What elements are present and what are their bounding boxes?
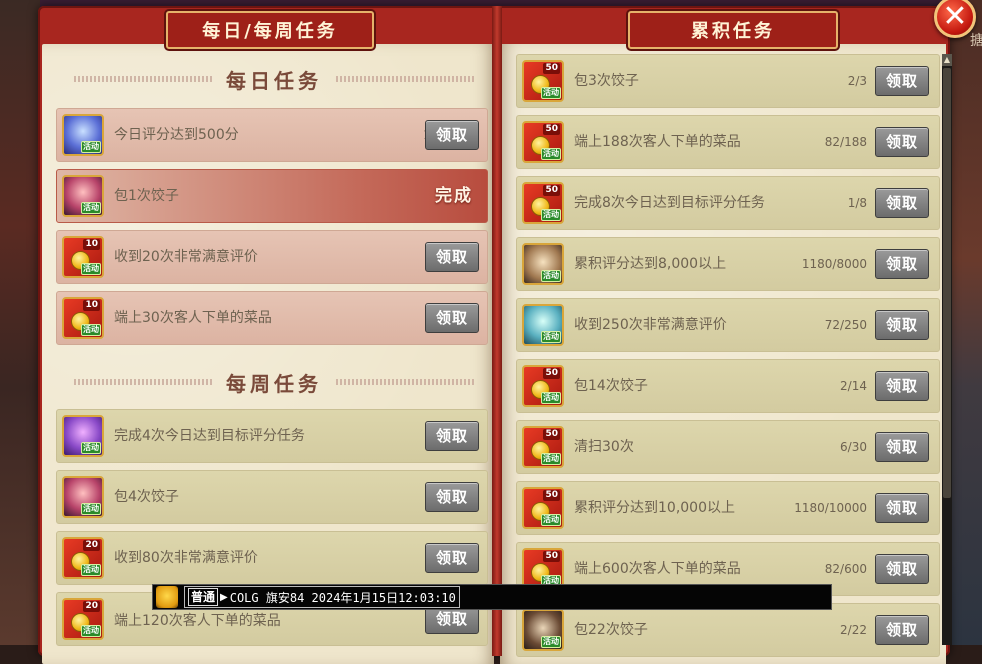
cumulative-task-row: 50 活动 端上188次客人下单的菜品 82/188 领取 <box>516 115 940 169</box>
weekly-task-row: 活动 包4次饺子 2/4 领取 <box>56 470 488 524</box>
claim-button[interactable]: 领取 <box>425 482 479 512</box>
task-progress: 2/14 <box>840 379 867 393</box>
cumulative-task-row: 活动 累积评分达到8,000以上 1180/8000 领取 <box>516 237 940 291</box>
blue-gem-activity-icon: 活动 <box>62 114 104 156</box>
task-name: 收到250次非常满意评价 <box>574 317 727 333</box>
coin-50-activity-icon: 50 活动 <box>522 182 564 224</box>
weekly-section-heading: 每周任务 <box>60 365 488 399</box>
coin-50-activity-icon: 50 活动 <box>522 426 564 468</box>
scrollbar-thumb[interactable] <box>943 68 951 498</box>
rose-activity-icon: 活动 <box>62 175 104 217</box>
claim-button[interactable]: 领取 <box>875 493 929 523</box>
cumulative-task-row: 50 活动 累积评分达到10,000以上 1180/10000 领取 <box>516 481 940 535</box>
daily-task-row-completed: 活动 包1次饺子 完成 <box>56 169 488 223</box>
cumulative-task-row: 50 活动 完成8次今日达到目标评分任务 1/8 领取 <box>516 176 940 230</box>
scroll-up-icon[interactable]: ▲ <box>942 54 952 66</box>
task-progress: 2/22 <box>840 623 867 637</box>
claim-button[interactable]: 领取 <box>875 554 929 584</box>
daily-section-heading: 每日任务 <box>60 62 488 96</box>
task-progress: 2/3 <box>847 74 867 88</box>
claim-button[interactable]: 领取 <box>425 303 479 333</box>
close-icon: ✕ <box>942 0 968 34</box>
claim-button[interactable]: 领取 <box>875 66 929 96</box>
task-progress: 1180/10000 <box>794 501 867 515</box>
task-name: 今日评分达到500分 <box>114 127 239 143</box>
claim-button[interactable]: 领取 <box>875 371 929 401</box>
task-name: 清扫30次 <box>574 439 634 455</box>
coin-10-activity-icon: 10 活动 <box>62 297 104 339</box>
coin-20-activity-icon: 20 活动 <box>62 598 104 640</box>
bowl-activity-icon: 活动 <box>522 243 564 285</box>
task-name: 累积评分达到8,000以上 <box>574 256 727 272</box>
claim-button[interactable]: 领取 <box>425 421 479 451</box>
claim-button[interactable]: 领取 <box>875 127 929 157</box>
right-page-title: 累积任务 <box>628 11 838 49</box>
task-name: 端上188次客人下单的菜品 <box>574 134 741 150</box>
claim-button[interactable]: 领取 <box>425 120 479 150</box>
cumulative-scrollbar[interactable]: ▲ <box>942 54 952 645</box>
task-name: 端上30次客人下单的菜品 <box>114 310 272 326</box>
daily-task-row: 10活动 端上30次客人下单的菜品 8/30 领取 <box>56 291 488 345</box>
claim-button[interactable]: 领取 <box>875 249 929 279</box>
background-right <box>948 0 982 645</box>
cumulative-task-row: 活动 包22次饺子 2/22 领取 <box>516 603 940 657</box>
cumulative-task-row: 50 活动 包3次饺子 2/3 领取 <box>516 54 940 108</box>
side-text: 搪 <box>970 33 982 49</box>
chat-channel-label[interactable]: 普通 <box>188 588 219 606</box>
book-spine <box>492 6 502 656</box>
task-name: 包4次饺子 <box>114 489 179 505</box>
rose-activity-icon: 活动 <box>62 476 104 518</box>
claim-button[interactable]: 领取 <box>875 188 929 218</box>
task-name: 包1次饺子 <box>114 188 179 204</box>
daily-task-row: 活动 今日评分达到500分 115/500 领取 <box>56 108 488 162</box>
task-name: 收到80次非常满意评价 <box>114 550 258 566</box>
left-page-title: 每日/每周任务 <box>166 11 374 49</box>
teal-gem-activity-icon: 活动 <box>522 304 564 346</box>
task-name: 累积评分达到10,000以上 <box>574 500 735 516</box>
completed-label: 完成 <box>435 186 473 206</box>
chat-arrow-icon: ▶ <box>220 591 228 603</box>
coin-20-activity-icon: 20 活动 <box>62 537 104 579</box>
claim-button[interactable]: 领取 <box>425 242 479 272</box>
claim-button[interactable]: 领取 <box>875 615 929 645</box>
coin-10-activity-icon: 10 活动 <box>62 236 104 278</box>
chat-message-box[interactable]: 普通 ▶ COLG 旗安84 2024年1月15日12:03:10 <box>184 586 460 608</box>
cumulative-task-row: 50 活动 清扫30次 6/30 领取 <box>516 420 940 474</box>
chat-avatar-icon <box>156 586 178 608</box>
task-progress: 6/30 <box>840 440 867 454</box>
task-name: 包14次饺子 <box>574 378 648 394</box>
task-name: 包22次饺子 <box>574 622 648 638</box>
task-progress: 1/8 <box>847 196 867 210</box>
coin-50-activity-icon: 50 活动 <box>522 365 564 407</box>
task-name: 包3次饺子 <box>574 73 639 89</box>
daily-task-row: 10活动 收到20次非常满意评价 7/20 领取 <box>56 230 488 284</box>
claim-button[interactable]: 领取 <box>875 310 929 340</box>
task-name: 完成4次今日达到目标评分任务 <box>114 428 305 444</box>
coin-50-activity-icon: 50 活动 <box>522 60 564 102</box>
weekly-task-row: 活动 完成4次今日达到目标评分任务 1/4 领取 <box>56 409 488 463</box>
weekly-task-row: 20活动 收到80次非常满意评价 72/80 领取 <box>56 531 488 585</box>
chat-message-text: COLG 旗安84 2024年1月15日12:03:10 <box>229 590 456 605</box>
task-progress: 72/250 <box>824 318 867 332</box>
task-progress: 1180/8000 <box>801 257 867 271</box>
chat-bar[interactable]: 普通 ▶ COLG 旗安84 2024年1月15日12:03:10 <box>152 584 832 610</box>
task-name: 完成8次今日达到目标评分任务 <box>574 195 765 211</box>
claim-button[interactable]: 领取 <box>425 543 479 573</box>
coin-50-activity-icon: 50 活动 <box>522 487 564 529</box>
purple-gem-activity-icon: 活动 <box>62 415 104 457</box>
task-progress: 82/188 <box>824 135 867 149</box>
background-left <box>0 0 40 645</box>
coin-50-activity-icon: 50 活动 <box>522 121 564 163</box>
claim-button[interactable]: 领取 <box>875 432 929 462</box>
cumulative-task-row: 50 活动 包14次饺子 2/14 领取 <box>516 359 940 413</box>
cumulative-task-row: 活动 收到250次非常满意评价 72/250 领取 <box>516 298 940 352</box>
task-name: 收到20次非常满意评价 <box>114 249 258 265</box>
